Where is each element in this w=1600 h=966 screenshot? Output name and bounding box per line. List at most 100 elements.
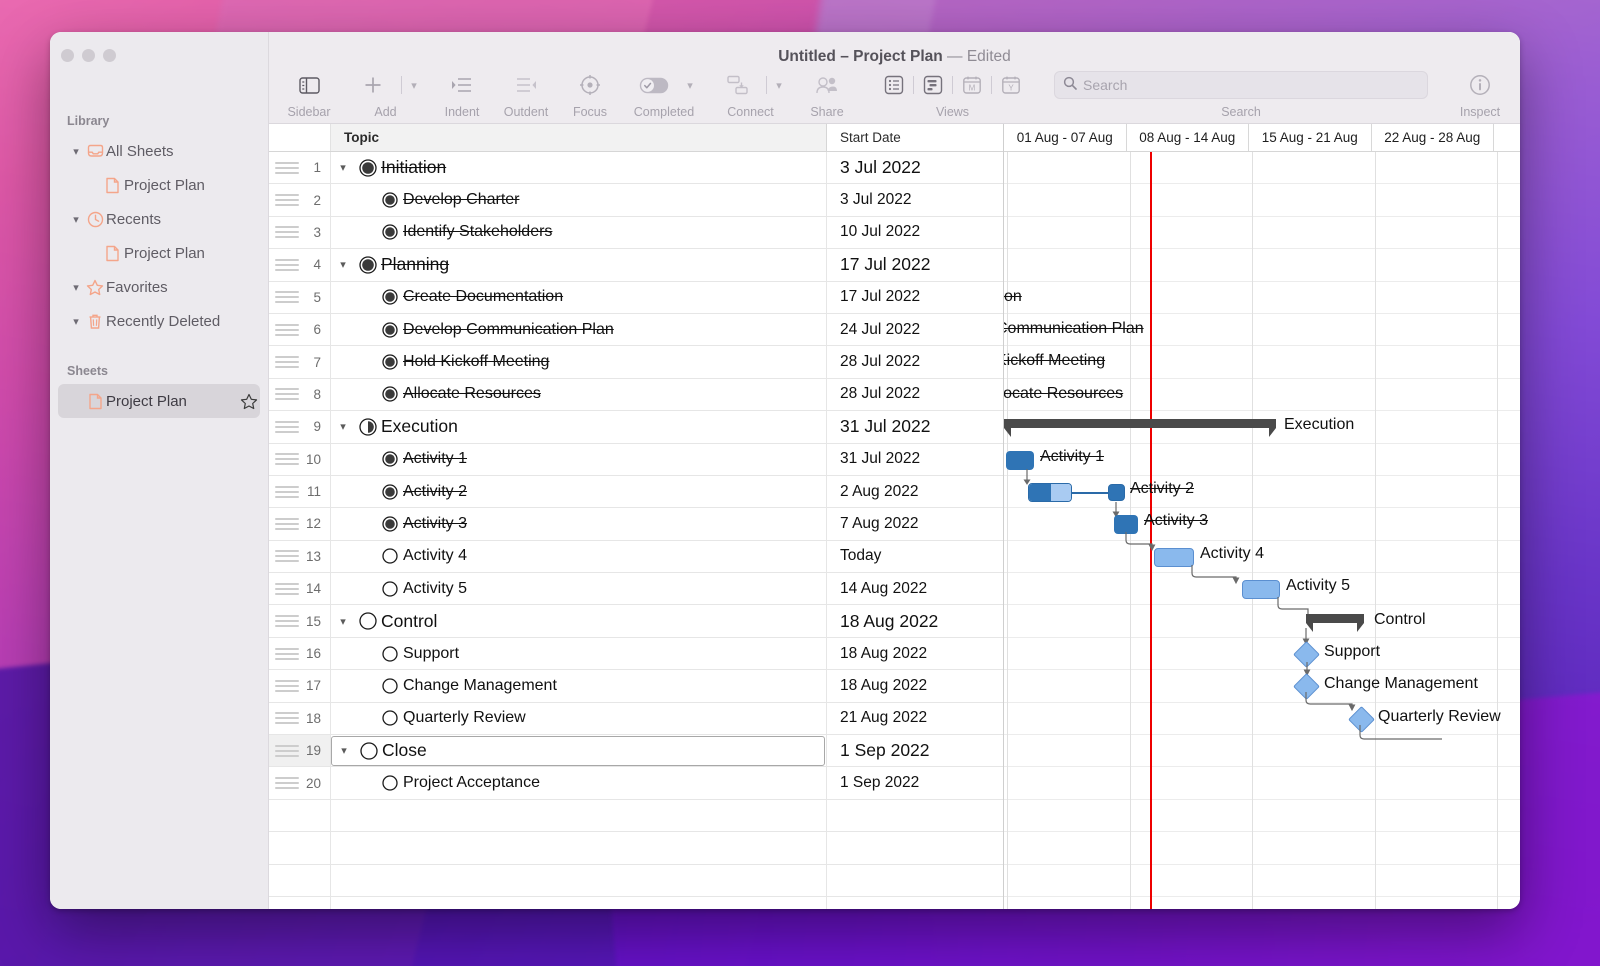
drag-handle-icon[interactable]: [275, 485, 299, 498]
status-bullet-open[interactable]: [377, 709, 403, 727]
status-bullet-done[interactable]: [377, 353, 403, 371]
table-row[interactable]: 17 Change Management 18 Aug 2022: [269, 670, 1003, 703]
drag-handle-icon[interactable]: [275, 226, 299, 239]
start-date-cell[interactable]: 28 Jul 2022: [827, 346, 1003, 377]
window-controls[interactable]: [61, 49, 116, 62]
start-date-cell-empty[interactable]: [827, 897, 1003, 909]
status-bullet-open[interactable]: [356, 741, 382, 761]
row-handle[interactable]: 6: [269, 313, 331, 346]
status-bullet-open[interactable]: [377, 547, 403, 565]
table-row[interactable]: 4 ▾ Planning 17 Jul 2022: [269, 249, 1003, 282]
row-handle[interactable]: 2: [269, 184, 331, 216]
inspect-button[interactable]: [1454, 68, 1506, 102]
close-button[interactable]: [61, 49, 74, 62]
outdent-button[interactable]: [500, 68, 552, 102]
share-button[interactable]: [801, 68, 853, 102]
sidebar-item-sheet-project-plan[interactable]: Project Plan: [58, 384, 260, 418]
chevron-down-icon[interactable]: ▾: [68, 281, 84, 294]
table-row[interactable]: 8 Allocate Resources 28 Jul 2022: [269, 378, 1003, 412]
column-header-start-date[interactable]: Start Date: [827, 124, 1003, 151]
connect-button[interactable]: [712, 68, 764, 102]
start-date-cell[interactable]: 17 Jul 2022: [827, 282, 1003, 313]
indent-button[interactable]: [436, 68, 488, 102]
table-row[interactable]: 12 Activity 3 7 Aug 2022: [269, 508, 1003, 541]
row-handle[interactable]: 5: [269, 281, 331, 313]
table-row[interactable]: 2 Develop Charter 3 Jul 2022: [269, 184, 1003, 217]
drag-handle-icon[interactable]: [275, 777, 299, 790]
drag-handle-icon[interactable]: [275, 356, 299, 369]
status-bullet-done[interactable]: [377, 288, 403, 306]
minimize-button[interactable]: [82, 49, 95, 62]
row-handle[interactable]: 11: [269, 475, 331, 508]
drag-handle-icon[interactable]: [275, 744, 299, 757]
topic-cell[interactable]: ▾ Initiation: [331, 152, 827, 184]
table-row[interactable]: 1 ▾ Initiation 3 Jul 2022: [269, 152, 1003, 185]
topic-cell[interactable]: Activity 3: [331, 508, 827, 540]
sidebar-item-recents[interactable]: ▾ Recents: [58, 202, 260, 236]
topic-cell[interactable]: Develop Communication Plan: [331, 313, 827, 346]
table-row[interactable]: 16 Support 18 Aug 2022: [269, 637, 1003, 671]
drag-handle-icon[interactable]: [275, 258, 299, 271]
topic-cell-empty[interactable]: [331, 832, 827, 864]
topic-cell-empty[interactable]: [331, 799, 827, 832]
table-row-empty[interactable]: [269, 896, 1003, 909]
start-date-cell[interactable]: 18 Aug 2022: [827, 670, 1003, 701]
drag-handle-icon[interactable]: [275, 291, 299, 304]
topic-cell[interactable]: Create Documentation: [331, 281, 827, 313]
table-row-empty[interactable]: [269, 864, 1003, 897]
status-bullet-done[interactable]: [377, 321, 403, 339]
table-row[interactable]: 15 ▾ Control 18 Aug 2022: [269, 605, 1003, 638]
row-handle[interactable]: 4: [269, 249, 331, 281]
start-date-cell-empty[interactable]: [827, 832, 1003, 863]
status-bullet-done[interactable]: [377, 450, 403, 468]
add-button[interactable]: [347, 68, 399, 102]
row-handle[interactable]: 1: [269, 152, 331, 184]
sidebar-item-favorites[interactable]: ▾ Favorites: [58, 270, 260, 304]
status-bullet-open[interactable]: [377, 677, 403, 695]
start-date-cell[interactable]: 10 Jul 2022: [827, 217, 1003, 248]
drag-handle-icon[interactable]: [275, 550, 299, 563]
drag-handle-icon[interactable]: [275, 323, 299, 336]
table-row[interactable]: 18 Quarterly Review 21 Aug 2022: [269, 702, 1003, 736]
topic-cell[interactable]: Hold Kickoff Meeting: [331, 346, 827, 378]
start-date-cell[interactable]: 28 Jul 2022: [827, 379, 1003, 410]
drag-handle-icon[interactable]: [275, 194, 299, 207]
start-date-cell[interactable]: 14 Aug 2022: [827, 573, 1003, 604]
topic-cell[interactable]: ▾ Planning: [331, 249, 827, 281]
drag-handle-icon[interactable]: [275, 161, 299, 174]
topic-cell-empty[interactable]: [331, 896, 827, 909]
row-handle[interactable]: 13: [269, 540, 331, 573]
gantt-bar-activity-2[interactable]: [1028, 483, 1072, 502]
topic-cell[interactable]: Allocate Resources: [331, 378, 827, 411]
table-row[interactable]: 7 Hold Kickoff Meeting 28 Jul 2022: [269, 346, 1003, 379]
completed-toggle-button[interactable]: [628, 68, 680, 102]
sidebar-item-all-sheets[interactable]: ▾ All Sheets: [58, 134, 260, 168]
table-row-empty[interactable]: [269, 832, 1003, 865]
drag-handle-icon[interactable]: [275, 388, 299, 401]
table-row[interactable]: 5 Create Documentation 17 Jul 2022: [269, 281, 1003, 314]
drag-handle-icon[interactable]: [275, 679, 299, 692]
table-row-empty[interactable]: [269, 799, 1003, 833]
chevron-down-icon[interactable]: ▾: [68, 213, 84, 226]
status-bullet-partial[interactable]: [355, 417, 381, 437]
topic-cell[interactable]: Support: [331, 637, 827, 670]
table-row[interactable]: 13 Activity 4 Today: [269, 540, 1003, 574]
start-date-cell-empty[interactable]: [827, 865, 1003, 896]
drag-handle-icon[interactable]: [275, 453, 299, 466]
gantt-bar-activity-1[interactable]: [1006, 450, 1034, 470]
table-row[interactable]: 6 Develop Communication Plan 24 Jul 2022: [269, 313, 1003, 347]
row-handle[interactable]: 19: [269, 735, 331, 767]
start-date-cell[interactable]: 24 Jul 2022: [827, 314, 1003, 345]
start-date-cell-empty[interactable]: [827, 800, 1003, 831]
status-bullet-done[interactable]: [377, 191, 403, 209]
start-date-cell[interactable]: 2 Aug 2022: [827, 476, 1003, 507]
start-date-cell[interactable]: 17 Jul 2022: [827, 249, 1003, 280]
topic-cell[interactable]: ▾ Close: [331, 735, 827, 767]
table-row[interactable]: 9 ▾ Execution 31 Jul 2022: [269, 411, 1003, 444]
topic-cell-empty[interactable]: [331, 864, 827, 896]
topic-cell[interactable]: Change Management: [331, 670, 827, 702]
chevron-down-icon[interactable]: ▾: [68, 315, 84, 328]
maximize-button[interactable]: [103, 49, 116, 62]
gantt-body[interactable]: g tion Communication Plan Kickoff Meeting ll…: [1004, 152, 1520, 909]
start-date-cell[interactable]: 1 Sep 2022: [827, 735, 1003, 766]
